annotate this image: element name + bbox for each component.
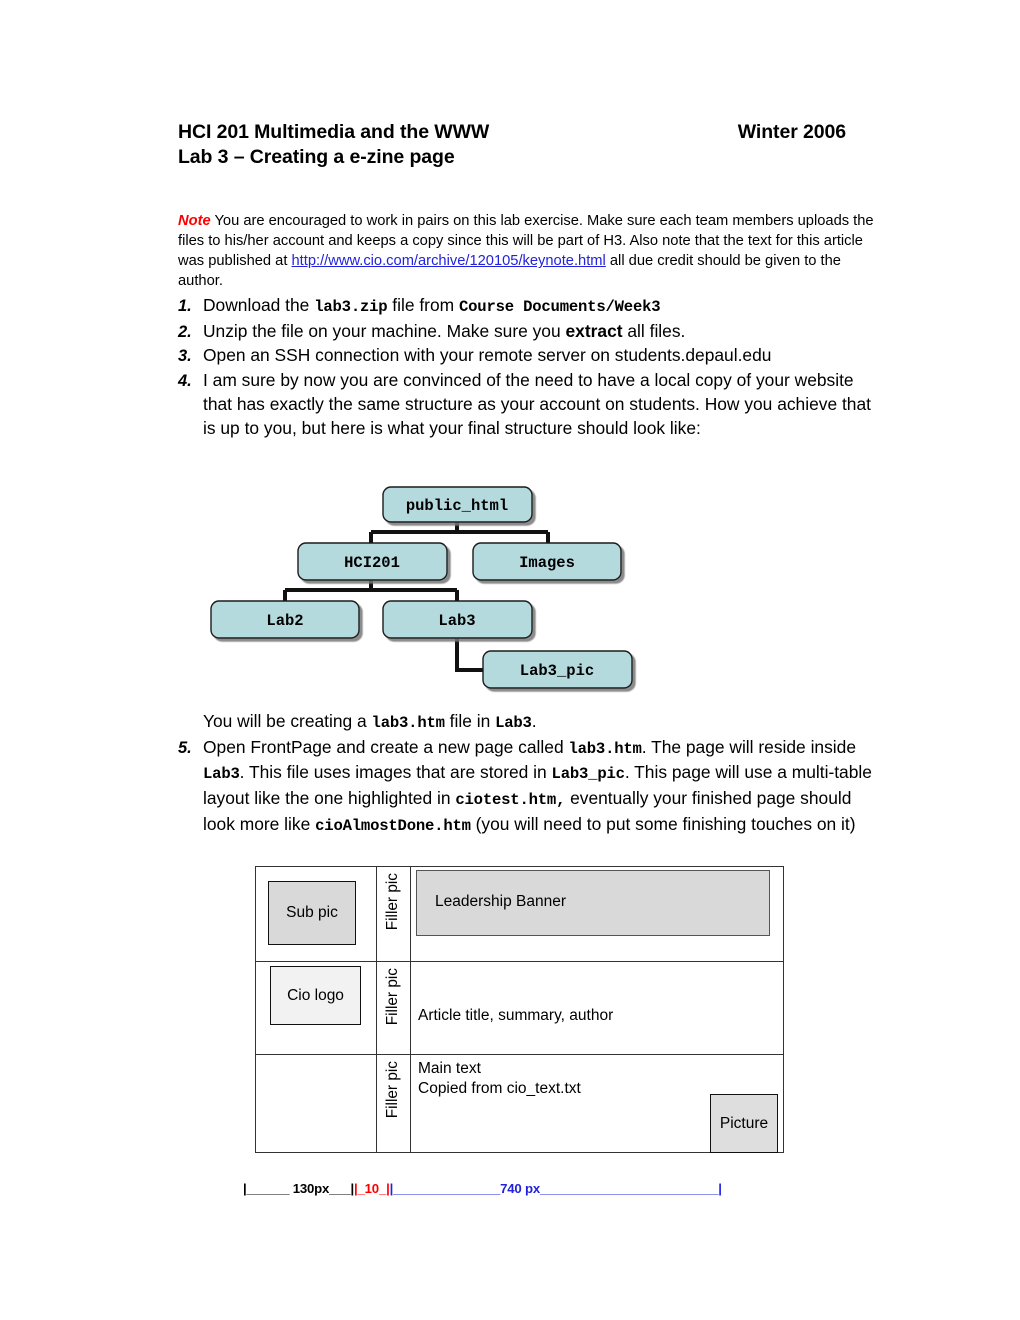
- text-fragment: cioAlmostDone.htm: [315, 816, 471, 835]
- text-fragment: all files.: [622, 320, 686, 341]
- cio-article-link[interactable]: http://www.cio.com/archive/120105/keynot…: [292, 253, 606, 269]
- layout-row-1: Sub pic Filler pic Leadership Banner: [255, 866, 784, 962]
- ruler-segment-10px: |_10_|: [354, 1181, 390, 1196]
- main-text-line-2: Copied from cio_text.txt: [418, 1079, 581, 1097]
- layout-table: Sub pic Filler pic Leadership Banner Cio…: [255, 866, 784, 1153]
- text-fragment: Open an SSH connection with your remote …: [203, 345, 772, 366]
- text-fragment: file from: [387, 295, 459, 315]
- ruler-segment-130px: |______ 130px___|: [243, 1181, 355, 1196]
- tree-svg: public_html HCI201 Images Lab2 Lab3 Lab3…: [210, 486, 633, 689]
- tree-node-lab3: Lab3: [382, 600, 533, 639]
- lead-sentence: You will be creating a lab3.htm file in …: [178, 710, 878, 736]
- tree-label-lab3: Lab3: [438, 612, 475, 630]
- text-fragment: Lab3: [203, 765, 240, 784]
- filler-pic-label-1: Filler pic: [384, 873, 401, 931]
- text-fragment: I am sure by now you are convinced of th…: [203, 370, 871, 438]
- step-3: 3. Open an SSH connection with your remot…: [178, 344, 878, 369]
- layout-row-3: Filler pic Main text Copied from cio_tex…: [255, 1054, 784, 1153]
- layout-cell-filler-3: Filler pic: [376, 1054, 411, 1153]
- filler-pic-label-3: Filler pic: [384, 1061, 401, 1119]
- text-fragment: Lab3_pic: [551, 765, 625, 784]
- text-fragment: lab3.htm: [568, 739, 642, 758]
- step-2: 2. Unzip the file on your machine. Make s…: [178, 320, 878, 345]
- tree-node-images: Images: [472, 542, 622, 581]
- filler-pic-label-2: Filler pic: [384, 968, 401, 1026]
- text-fragment: lab3.zip: [314, 298, 388, 316]
- page-title: HCI 201 Multimedia and the WWW Winter 20…: [178, 120, 878, 170]
- text-fragment: Download the: [203, 295, 315, 315]
- layout-cell-filler-1: Filler pic: [376, 866, 411, 962]
- text-fragment: lab3.htm: [371, 714, 445, 732]
- lab-title: Lab 3 – Creating a e-zine page: [178, 146, 455, 168]
- step-text: Unzip the file on your machine. Make sur…: [203, 320, 878, 344]
- step-1: 1. Download the lab3.zip file from Course…: [178, 294, 878, 320]
- step-4: 4. I am sure by now you are convinced of …: [178, 369, 878, 440]
- step-text: Open an SSH connection with your remote …: [203, 344, 878, 368]
- step-number: 2.: [178, 322, 192, 341]
- text-fragment: You will be creating a: [203, 711, 372, 731]
- text-fragment: Open FrontPage and create a new page cal…: [203, 736, 569, 757]
- layout-cell-ciologo: Cio logo: [255, 961, 377, 1055]
- text-fragment: Course Documents/Week3: [458, 298, 661, 316]
- tree-node-lab3-pic: Lab3_pic: [482, 650, 633, 689]
- cio-logo-box: Cio logo: [270, 966, 361, 1025]
- step-number: 4.: [178, 372, 192, 391]
- layout-cell-article: Article title, summary, author: [410, 961, 784, 1055]
- step-5: 5. Open FrontPage and create a new page …: [178, 736, 878, 839]
- text-fragment: .: [531, 711, 537, 731]
- step-text: I am sure by now you are convinced of th…: [203, 369, 878, 440]
- text-fragment: (you will need to put some finishing tou…: [470, 813, 856, 834]
- text-fragment: file in: [444, 711, 496, 731]
- course-title: HCI 201 Multimedia and the WWW: [178, 121, 490, 143]
- layout-cell-banner: Leadership Banner: [410, 866, 784, 962]
- layout-cell-empty: [255, 1054, 377, 1153]
- text-fragment: extract: [565, 320, 623, 341]
- layout-cell-maintext: Main text Copied from cio_text.txt Pictu…: [410, 1054, 784, 1153]
- term-label: Winter 2006: [737, 121, 846, 143]
- document-page: HCI 201 Multimedia and the WWW Winter 20…: [0, 0, 1020, 1320]
- tree-node-lab2: Lab2: [210, 600, 360, 639]
- step-5-text: Open FrontPage and create a new page cal…: [203, 736, 878, 839]
- text-fragment: Lab3: [495, 714, 532, 732]
- article-line-text: Article title, summary, author: [418, 1007, 614, 1024]
- text-fragment: . The page will reside inside: [641, 736, 857, 757]
- text-fragment: Unzip the file on your machine. Make sur…: [203, 320, 566, 341]
- text-fragment: ciotest.htm,: [455, 791, 566, 810]
- step-5-number: 5.: [178, 738, 192, 757]
- tree-label-images: Images: [519, 554, 575, 572]
- ruler-label-740px: 740 px: [500, 1181, 540, 1196]
- title-line-1: HCI 201 Multimedia and the WWW Winter 20…: [178, 120, 846, 145]
- step-number: 3.: [178, 347, 192, 366]
- tree-node-hci201: HCI201: [297, 542, 448, 581]
- mid-text-block: You will be creating a lab3.htm file in …: [178, 710, 878, 839]
- layout-cell-filler-2: Filler pic: [376, 961, 411, 1055]
- tree-label-lab2: Lab2: [266, 612, 303, 630]
- tree-label-lab3-pic: Lab3_pic: [520, 662, 594, 680]
- step-number: 1.: [178, 297, 192, 315]
- layout-row-2: Cio logo Filler pic Article title, summa…: [255, 961, 784, 1055]
- note-paragraph: Note You are encouraged to work in pairs…: [178, 211, 874, 292]
- width-ruler: |______ 130px___||_10_||_______________7…: [243, 1181, 803, 1203]
- page-layout-diagram: Sub pic Filler pic Leadership Banner Cio…: [255, 866, 784, 1153]
- main-text-line-1: Main text: [418, 1060, 481, 1077]
- tree-label-public-html: public_html: [406, 497, 508, 515]
- step-text: Download the lab3.zip file from Course D…: [203, 294, 878, 320]
- layout-cell-subpic: Sub pic: [255, 866, 377, 962]
- ruler-segment-740-left: |_______________: [389, 1181, 501, 1196]
- text-fragment: . This file uses images that are stored …: [239, 762, 552, 783]
- ruler-segment-740-right: _________________________|: [539, 1181, 722, 1196]
- sub-pic-box: Sub pic: [268, 881, 356, 945]
- main-text-lines: Main text Copied from cio_text.txt: [418, 1059, 581, 1098]
- directory-tree-diagram: public_html HCI201 Images Lab2 Lab3 Lab3…: [195, 470, 655, 705]
- note-label: Note: [178, 212, 211, 229]
- picture-box: Picture: [710, 1094, 778, 1153]
- tree-label-hci201: HCI201: [344, 554, 400, 572]
- steps-list: 1. Download the lab3.zip file from Course…: [178, 294, 878, 440]
- leadership-banner-box: Leadership Banner: [416, 870, 770, 936]
- tree-node-public-html: public_html: [382, 486, 533, 523]
